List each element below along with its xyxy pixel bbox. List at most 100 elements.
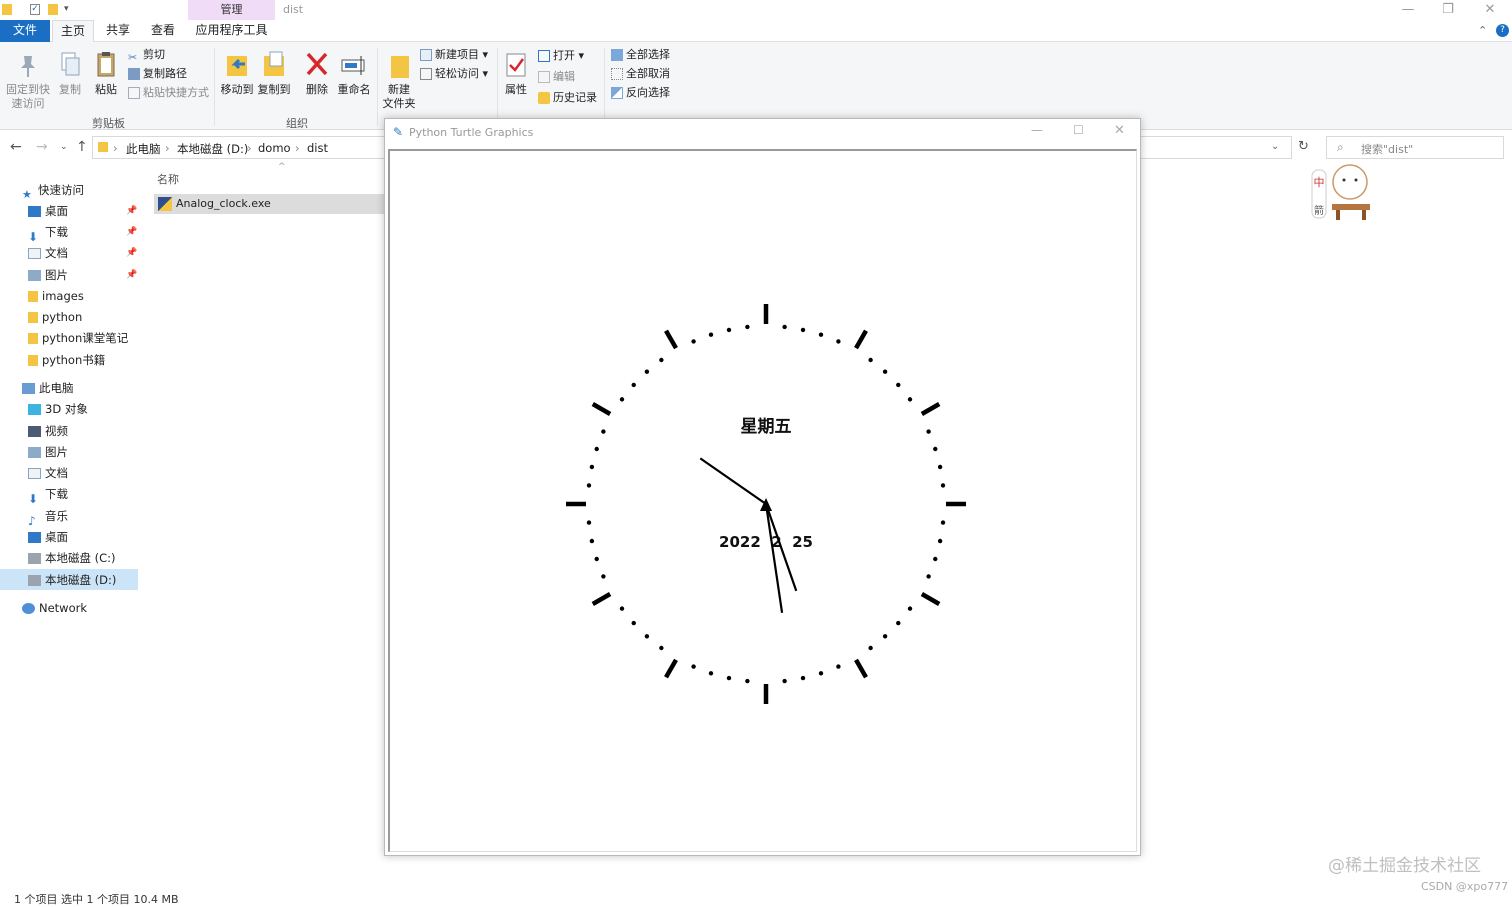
history-button[interactable]: 历史记录 (538, 89, 597, 107)
refresh-icon[interactable]: ↻ (1298, 139, 1309, 154)
pin-icon[interactable]: 📌 (126, 248, 137, 258)
nav-item-images[interactable]: images (28, 286, 84, 306)
turtle-canvas[interactable]: 星期五 2022 2 25 (388, 149, 1137, 852)
breadcrumb-this-pc[interactable]: 此电脑 (126, 141, 161, 157)
nav-item-python-books[interactable]: python书籍 (28, 350, 105, 370)
new-item-button[interactable]: 新建项目 ▾ (420, 46, 488, 64)
edit-label: 编辑 (553, 70, 575, 83)
recent-locations-icon[interactable]: ⌄ (60, 142, 68, 152)
mascot-sticker-icon: 中 箭 (1310, 152, 1380, 224)
cut-label: 剪切 (143, 48, 165, 61)
nav-item-documents[interactable]: 文档 (28, 243, 68, 263)
nav-label: 3D 对象 (45, 402, 88, 416)
pin-label-2: 速访问 (11, 97, 45, 110)
breadcrumb-domo[interactable]: domo (258, 141, 291, 155)
select-none-button[interactable]: 全部取消 (611, 65, 670, 83)
collapse-ribbon-icon[interactable]: ⌃ (1478, 24, 1487, 37)
nav-item-videos[interactable]: 视频 (28, 421, 68, 441)
edit-button[interactable]: 编辑 (538, 68, 575, 86)
desktop-icon (28, 206, 41, 217)
copy-path-button[interactable]: 复制路径 (128, 65, 187, 83)
breadcrumb-dist[interactable]: dist (307, 141, 328, 155)
nav-item-downloads-pc[interactable]: ⬇ 下载 (28, 484, 68, 506)
forward-arrow-icon[interactable]: → (36, 139, 48, 155)
invert-select-button[interactable]: 反向选择 (611, 84, 670, 102)
nav-network[interactable]: Network (22, 598, 87, 618)
cut-button[interactable]: ✂ 剪切 (128, 46, 165, 64)
nav-item-python-notes[interactable]: python课堂笔记 (28, 328, 128, 348)
open-label: 打开 (553, 49, 575, 62)
nav-item-pictures[interactable]: 图片 (28, 265, 68, 285)
close-icon[interactable]: ✕ (1470, 2, 1510, 18)
hour-hand (764, 503, 784, 613)
tab-file[interactable]: 文件 (0, 20, 50, 42)
contextual-tab-header-manage: 管理 (188, 0, 275, 20)
pictures-icon (28, 270, 41, 281)
nav-item-3d-objects[interactable]: 3D 对象 (28, 399, 88, 419)
nav-label: python (42, 310, 83, 324)
back-arrow-icon[interactable]: ← (10, 139, 22, 155)
properties-quick-icon[interactable]: ✓ (30, 4, 40, 15)
nav-label: 此电脑 (39, 381, 74, 395)
up-arrow-icon[interactable]: ↑ (76, 139, 88, 155)
nav-item-music[interactable]: ♪ 音乐 (28, 506, 68, 528)
drive-icon (28, 575, 41, 586)
ribbon-separator (604, 48, 605, 126)
second-hand (699, 457, 767, 505)
tab-view[interactable]: 查看 (143, 20, 183, 42)
pin-quick-access-button[interactable]: 固定到快 速访问 (4, 50, 52, 111)
nav-this-pc[interactable]: 此电脑 (22, 378, 74, 398)
paste-button[interactable]: 粘贴 (92, 50, 120, 97)
history-label: 历史记录 (553, 91, 597, 104)
pin-icon[interactable]: 📌 (126, 227, 137, 237)
turtle-minimize-icon[interactable]: — (1031, 123, 1043, 137)
select-all-button[interactable]: 全部选择 (611, 46, 670, 64)
nav-item-python[interactable]: python (28, 307, 82, 327)
download-icon: ⬇ (28, 230, 39, 244)
nav-item-downloads[interactable]: ⬇ 下载 (28, 222, 68, 244)
turtle-close-icon[interactable]: ✕ (1114, 123, 1125, 138)
easy-access-button[interactable]: 轻松访问 ▾ (420, 65, 488, 83)
tab-app-tools[interactable]: 应用程序工具 (188, 20, 275, 42)
new-folder-button[interactable]: 新建 文件夹 (382, 50, 416, 111)
new-folder-quick-icon[interactable] (48, 4, 58, 15)
column-header-name[interactable]: 名称 (157, 171, 179, 187)
nav-item-drive-c[interactable]: 本地磁盘 (C:) (28, 548, 116, 568)
turtle-titlebar[interactable]: ✎ Python Turtle Graphics — ☐ ✕ (385, 119, 1140, 147)
minute-dot (782, 678, 787, 684)
nav-item-drive-d[interactable]: 本地磁盘 (D:) (28, 570, 116, 590)
properties-button[interactable]: 属性 (502, 50, 530, 97)
customize-quick-access-icon[interactable]: ▾ (64, 4, 74, 15)
new-item-icon (420, 49, 432, 61)
pin-icon[interactable]: 📌 (126, 270, 137, 280)
paste-shortcut-label: 粘贴快捷方式 (143, 86, 209, 99)
breadcrumb-drive-d[interactable]: 本地磁盘 (D:) (177, 141, 248, 157)
minimize-icon[interactable]: — (1388, 2, 1428, 18)
nav-label: 文档 (45, 466, 68, 480)
nav-item-desktop-pc[interactable]: 桌面 (28, 527, 68, 547)
tab-home[interactable]: 主页 (52, 20, 94, 42)
folder-icon (28, 355, 38, 366)
nav-quick-access[interactable]: ★ 快速访问 (22, 180, 84, 201)
nav-label: 文档 (45, 246, 68, 260)
help-icon[interactable]: ? (1496, 24, 1509, 37)
paste-shortcut-button[interactable]: 粘贴快捷方式 (128, 84, 209, 102)
rename-button[interactable]: 重命名 (336, 50, 372, 97)
nav-item-desktop[interactable]: 桌面 (28, 201, 68, 221)
tab-share[interactable]: 共享 (98, 20, 138, 42)
open-button[interactable]: 打开 ▾ (538, 47, 584, 65)
svg-text:中: 中 (1314, 176, 1325, 189)
restore-icon[interactable]: ❐ (1428, 2, 1468, 18)
nav-item-documents-pc[interactable]: 文档 (28, 463, 68, 483)
copy-to-button[interactable]: 复制到 (257, 50, 291, 97)
file-row[interactable]: Analog_clock.exe (154, 194, 384, 214)
properties-icon (502, 50, 530, 80)
pin-icon[interactable]: 📌 (126, 206, 137, 216)
turtle-maximize-icon[interactable]: ☐ (1073, 123, 1084, 137)
copy-button[interactable]: 复制 (56, 50, 84, 97)
move-to-button[interactable]: 移动到 (220, 50, 254, 97)
nav-item-pictures-pc[interactable]: 图片 (28, 442, 68, 462)
delete-button[interactable]: 删除 (303, 50, 331, 97)
address-dropdown-icon[interactable]: ⌄ (1271, 141, 1279, 152)
move-to-icon (223, 50, 251, 80)
